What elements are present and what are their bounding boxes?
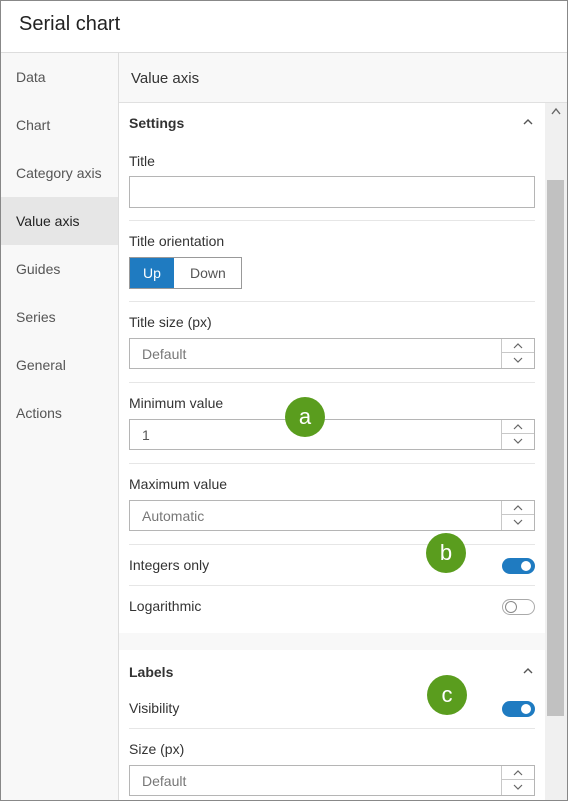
integers-only-toggle[interactable] xyxy=(502,558,535,574)
labels-size-stepper[interactable]: Default xyxy=(129,765,535,796)
chevron-up-icon[interactable] xyxy=(523,666,533,676)
sidebar-item-guides[interactable]: Guides xyxy=(1,245,118,293)
sidebar-item-label: Value axis xyxy=(16,213,80,229)
callout-marker-a: a xyxy=(285,397,325,437)
divider xyxy=(129,728,535,729)
chevron-up-icon xyxy=(513,770,523,776)
divider xyxy=(129,463,535,464)
maximum-value-label: Maximum value xyxy=(129,476,228,492)
sidebar-item-general[interactable]: General xyxy=(1,341,118,389)
settings-panel: Settings Title Title orientation Up Down… xyxy=(119,103,545,633)
title-orientation-label: Title orientation xyxy=(129,233,225,249)
stepper-buttons xyxy=(501,339,534,368)
settings-heading: Settings xyxy=(129,115,185,131)
logarithmic-label: Logarithmic xyxy=(129,598,202,614)
decrement-button[interactable] xyxy=(502,516,534,530)
size-label: Size (px) xyxy=(129,741,185,757)
logarithmic-toggle[interactable] xyxy=(502,599,535,615)
stepper-buttons xyxy=(501,766,534,795)
sidebar-item-label: Actions xyxy=(16,405,62,421)
section-title: Value axis xyxy=(131,70,200,87)
orientation-down-button[interactable]: Down xyxy=(174,258,241,288)
main-panel: Value axis Settings Title Title orientat… xyxy=(119,53,567,800)
sidebar-item-actions[interactable]: Actions xyxy=(1,389,118,437)
title-size-stepper[interactable]: Default xyxy=(129,338,535,369)
callout-marker-b: b xyxy=(426,533,466,573)
increment-button[interactable] xyxy=(502,420,534,434)
title-size-placeholder: Default xyxy=(142,346,187,362)
callout-marker-c: c xyxy=(427,675,467,715)
sidebar-item-chart[interactable]: Chart xyxy=(1,101,118,149)
labels-heading: Labels xyxy=(129,664,174,680)
stepper-buttons xyxy=(501,420,534,449)
increment-button[interactable] xyxy=(502,766,534,780)
integers-only-label: Integers only xyxy=(129,557,210,573)
chevron-down-icon xyxy=(513,438,523,444)
maximum-value-placeholder: Automatic xyxy=(142,508,205,524)
chevron-down-icon xyxy=(513,519,523,525)
maximum-value-stepper[interactable]: Automatic xyxy=(129,500,535,531)
chevron-up-icon xyxy=(513,505,523,511)
minimum-value-text: 1 xyxy=(142,427,150,443)
visibility-label: Visibility xyxy=(129,700,180,716)
sidebar-nav: Data Chart Category axis Value axis Guid… xyxy=(1,53,119,800)
divider xyxy=(129,382,535,383)
chevron-up-icon xyxy=(513,424,523,430)
divider xyxy=(129,220,535,221)
sidebar-item-label: Data xyxy=(16,69,46,85)
labels-panel: Labels Visibility Size (px) Default xyxy=(119,650,545,800)
title-input[interactable] xyxy=(129,176,535,208)
chevron-down-icon xyxy=(513,357,523,363)
sidebar-item-data[interactable]: Data xyxy=(1,53,118,101)
sidebar-item-series[interactable]: Series xyxy=(1,293,118,341)
increment-button[interactable] xyxy=(502,501,534,515)
stepper-buttons xyxy=(501,501,534,530)
divider xyxy=(129,301,535,302)
decrement-button[interactable] xyxy=(502,435,534,449)
chevron-up-icon[interactable] xyxy=(523,117,533,127)
divider xyxy=(129,585,535,586)
scrollbar-thumb[interactable] xyxy=(547,180,564,716)
chevron-up-icon xyxy=(513,343,523,349)
sidebar-item-value-axis[interactable]: Value axis xyxy=(1,197,118,245)
increment-button[interactable] xyxy=(502,339,534,353)
toggle-knob xyxy=(505,601,517,613)
divider xyxy=(129,544,535,545)
title-label: Title xyxy=(129,153,155,169)
labels-size-placeholder: Default xyxy=(142,773,187,789)
title-size-label: Title size (px) xyxy=(129,314,212,330)
scroll-up-arrow-icon[interactable] xyxy=(551,107,561,115)
sidebar-item-label: Chart xyxy=(16,117,51,133)
serial-chart-dialog: Serial chart Data Chart Category axis Va… xyxy=(0,0,568,801)
sidebar-item-label: Series xyxy=(16,309,56,325)
visibility-toggle[interactable] xyxy=(502,701,535,717)
sidebar-item-category-axis[interactable]: Category axis xyxy=(1,149,118,197)
dialog-header: Serial chart xyxy=(1,1,567,53)
minimum-value-stepper[interactable]: 1 xyxy=(129,419,535,450)
sidebar-item-label: Category axis xyxy=(16,165,102,181)
decrement-button[interactable] xyxy=(502,781,534,795)
sidebar-item-label: Guides xyxy=(16,261,61,277)
minimum-value-label: Minimum value xyxy=(129,395,224,411)
toggle-knob xyxy=(521,561,531,571)
chevron-down-icon xyxy=(513,784,523,790)
decrement-button[interactable] xyxy=(502,354,534,368)
section-title-bar: Value axis xyxy=(119,53,567,103)
sidebar-item-label: General xyxy=(16,357,66,373)
title-orientation-toggle: Up Down xyxy=(129,257,242,289)
orientation-up-button[interactable]: Up xyxy=(130,258,174,288)
dialog-title: Serial chart xyxy=(19,13,121,35)
toggle-knob xyxy=(521,704,531,714)
vertical-scrollbar[interactable] xyxy=(545,103,567,800)
